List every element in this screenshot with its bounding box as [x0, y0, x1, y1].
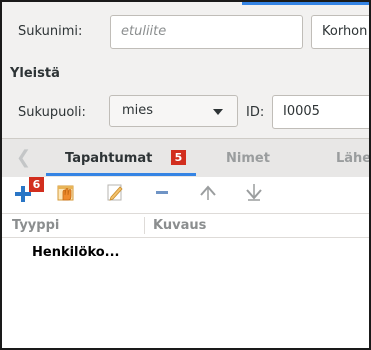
id-value: I0005 [283, 104, 320, 119]
column-header-description[interactable]: Kuvaus [153, 218, 206, 233]
id-input[interactable]: I0005 [272, 95, 369, 129]
surname-value: Korhon [322, 24, 368, 39]
gender-label: Sukupuoli: [18, 105, 86, 120]
column-separator [144, 217, 145, 234]
share-icon [57, 185, 74, 201]
share-event-button[interactable] [55, 181, 79, 205]
chevron-down-icon [213, 109, 223, 115]
edit-event-button[interactable] [104, 181, 128, 205]
tab-bar: ❮ Tapahtumat 5 Nimet Lähe [2, 138, 369, 178]
add-event-button[interactable] [12, 183, 36, 207]
events-list-header: Tyyppi Kuvaus [2, 213, 369, 238]
prefix-placeholder: etuliite [121, 24, 167, 39]
id-label: ID: [246, 105, 265, 120]
tab-names[interactable]: Nimet [226, 151, 270, 166]
events-toolbar: 6 [2, 177, 369, 211]
add-icon [15, 186, 31, 202]
gender-value: mies [122, 103, 154, 118]
tab-scroll-left-icon[interactable]: ❮ [16, 147, 31, 168]
move-down-icon [246, 184, 262, 201]
edit-icon [107, 184, 123, 201]
surname-input[interactable]: Korhon [311, 15, 369, 49]
surname-label: Sukunimi: [18, 24, 83, 39]
event-row-type[interactable]: Henkilöko... [32, 245, 119, 260]
prefix-input[interactable]: etuliite [110, 15, 303, 49]
remove-event-button[interactable] [151, 181, 175, 205]
column-header-type[interactable]: Tyyppi [12, 218, 59, 233]
move-up-icon [200, 185, 216, 200]
window-accent-bar [242, 2, 369, 5]
gender-combo[interactable]: mies [109, 95, 238, 127]
person-editor-window: Sukunimi: etuliite Korhon Yleistä Sukupu… [0, 0, 371, 350]
remove-icon [156, 191, 168, 194]
callout-badge-5: 5 [171, 150, 186, 165]
move-down-button[interactable] [243, 181, 267, 205]
section-title: Yleistä [10, 66, 60, 81]
tab-events[interactable]: Tapahtumat [65, 151, 152, 166]
move-up-button[interactable] [197, 181, 221, 205]
active-tab-indicator [46, 173, 196, 176]
tab-sources[interactable]: Lähe [336, 151, 369, 166]
